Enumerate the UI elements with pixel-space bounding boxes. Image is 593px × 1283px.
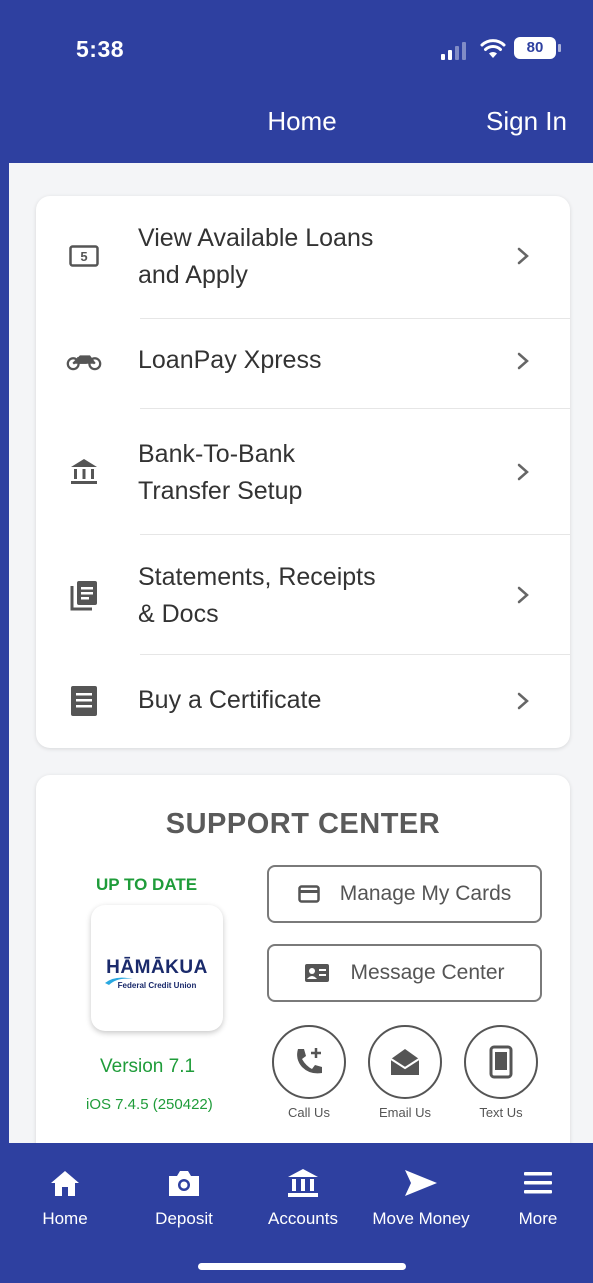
app-version: Version 7.1 [100,1056,196,1077]
chevron-right-icon [517,247,529,265]
chevron-right-icon [517,463,529,481]
divider [140,654,570,655]
menu-item-label: View Available Loans and Apply [138,224,374,289]
loan-dollar-icon: 5 [66,238,102,274]
signal-icon [441,42,466,60]
bank-icon [66,454,102,490]
nav-label: Home [42,1209,88,1228]
documents-icon [66,577,102,613]
divider [140,318,570,319]
menu-item-loanpay[interactable]: LoanPay Xpress [36,336,570,386]
nav-label: Accounts [268,1209,338,1228]
nav-home[interactable]: Home [10,1165,120,1229]
camera-icon [164,1165,204,1201]
nav-label: More [518,1209,558,1228]
svg-text:5: 5 [80,249,87,264]
support-center-card: SUPPORT CENTER UP TO DATE HĀMĀKUA Federa… [36,775,570,1143]
email-us-label: Email Us [378,1105,431,1120]
menu-item-statements[interactable]: Statements, Receipts & Docs [36,559,570,631]
ios-version: iOS 7.4.5 (250422) [86,1096,213,1113]
menu-item-certificate[interactable]: Buy a Certificate [36,676,570,726]
envelope-icon [390,1049,420,1075]
phone-plus-icon [297,1048,322,1074]
email-us-button[interactable] [368,1025,442,1099]
status-time: 5:38 [76,36,125,62]
credit-card-icon [297,885,320,903]
manage-cards-button[interactable]: Manage My Cards [267,865,542,923]
divider [140,534,570,535]
nav-label: Deposit [155,1209,213,1228]
menu-item-label: Statements, Receipts & Docs [138,563,376,628]
menu-item-loans[interactable]: 5 View Available Loans and Apply [36,220,570,292]
nav-accounts[interactable]: Accounts [248,1165,358,1229]
menu-item-label: Bank-To-Bank Transfer Setup [138,440,303,505]
message-card-icon [305,964,330,982]
battery-icon: 80 [514,37,561,59]
wifi-icon [480,39,506,58]
chevron-right-icon [517,692,529,710]
logo-subtitle: Federal Credit Union [117,981,197,990]
home-indicator[interactable] [198,1263,406,1270]
app-frame: 5:38 80 Home Sign In 5 View Available Lo… [0,0,593,1283]
certificate-icon [66,683,102,719]
main-content[interactable]: 5 View Available Loans and Apply LoanPay… [9,163,593,1143]
text-us-label: Text Us [479,1105,523,1120]
nav-deposit[interactable]: Deposit [129,1165,239,1229]
menu-item-label: Buy a Certificate [138,686,322,714]
menu-card: 5 View Available Loans and Apply LoanPay… [36,196,570,748]
home-icon [45,1165,85,1201]
menu-item-bank-transfer[interactable]: Bank-To-Bank Transfer Setup [36,436,570,508]
support-title: SUPPORT CENTER [165,808,441,840]
menu-item-label: LoanPay Xpress [138,346,322,374]
bank-icon [283,1165,323,1201]
credit-union-logo: HĀMĀKUA Federal Credit Union [91,905,223,1031]
logo-name: HĀMĀKUA [106,957,208,978]
status-bar: 5:38 80 [0,0,593,80]
update-status: UP TO DATE [96,875,198,894]
call-us-button[interactable] [272,1025,346,1099]
message-center-button[interactable]: Message Center [267,944,542,1002]
chevron-right-icon [517,352,529,370]
mobile-phone-icon [489,1045,513,1079]
send-icon [401,1165,441,1201]
nav-label: Move Money [372,1209,470,1228]
divider [140,408,570,409]
motorcycle-icon [66,343,102,379]
sign-in-button[interactable]: Sign In [486,106,567,137]
chevron-right-icon [517,586,529,604]
menu-icon [518,1165,558,1201]
nav-more[interactable]: More [483,1165,593,1229]
call-us-label: Call Us [288,1105,330,1120]
nav-move-money[interactable]: Move Money [366,1165,476,1229]
text-us-button[interactable] [464,1025,538,1099]
